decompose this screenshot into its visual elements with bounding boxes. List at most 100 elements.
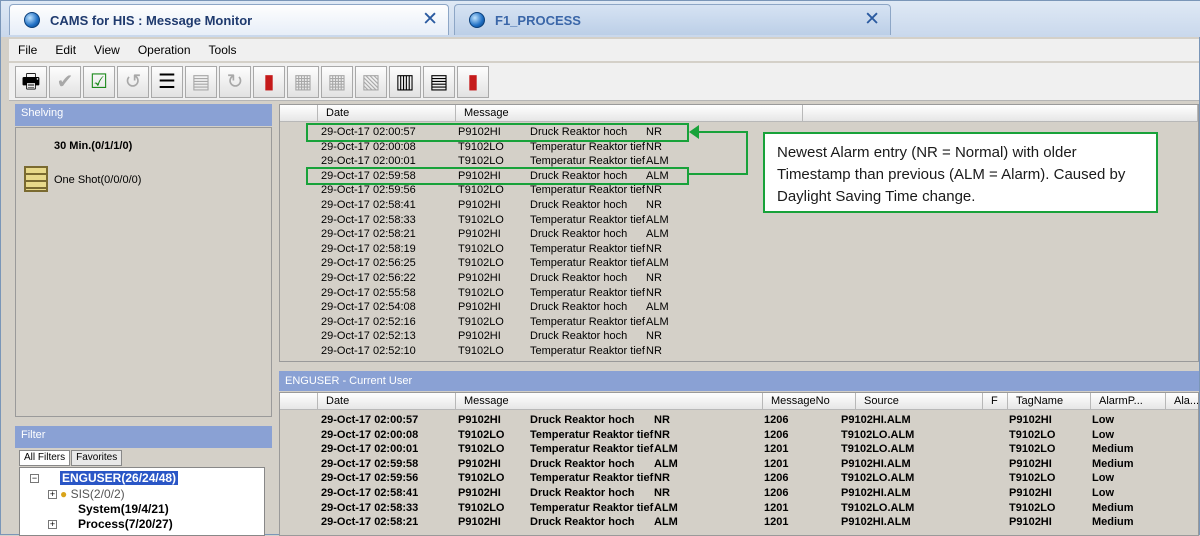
table-cell: Druck Reaktor hoch bbox=[530, 516, 635, 529]
table-cell: 29-Oct-17 02:59:56 bbox=[321, 472, 419, 485]
table-cell: P9102HI bbox=[1009, 414, 1052, 426]
table-cell: NR bbox=[646, 199, 662, 211]
table-cell: Temperatur Reaktor tief bbox=[530, 213, 645, 226]
table-cell: Druck Reaktor hoch bbox=[530, 487, 635, 499]
table-cell: 29-Oct-17 02:52:13 bbox=[321, 330, 416, 343]
table-cell: 29-Oct-17 02:59:58 bbox=[321, 457, 419, 470]
table-cell: 29-Oct-17 02:58:41 bbox=[321, 199, 416, 211]
table-cell: Druck Reaktor hoch bbox=[530, 272, 628, 284]
table-cell: P9102HI bbox=[458, 487, 501, 499]
table-cell: T9102LO.ALM bbox=[841, 443, 915, 456]
unshelve-button[interactable]: ▦ bbox=[321, 65, 353, 98]
alarm-icon: ▮ bbox=[263, 70, 275, 93]
table-cell: 1206 bbox=[764, 428, 789, 441]
column-header-message[interactable]: Message bbox=[456, 105, 803, 122]
menu-edit[interactable]: Edit bbox=[46, 43, 85, 57]
folder-icon: ● bbox=[60, 487, 68, 501]
tab-favorites[interactable]: Favorites bbox=[71, 450, 123, 466]
edit-list-icon: ▤ bbox=[191, 70, 211, 93]
table-cell: 29-Oct-17 02:56:22 bbox=[321, 272, 416, 284]
tree-node-sis[interactable]: ● SIS(2/0/2) bbox=[60, 487, 125, 501]
menu-operation[interactable]: Operation bbox=[129, 43, 200, 57]
table-cell: 29-Oct-17 02:00:08 bbox=[321, 140, 416, 153]
list-button[interactable]: ☰ bbox=[151, 65, 183, 98]
table-cell: Low bbox=[1092, 428, 1114, 441]
table-cell: 1201 bbox=[764, 457, 789, 470]
redo-button[interactable]: ↻ bbox=[219, 65, 251, 98]
tab-all-filters[interactable]: All Filters bbox=[19, 450, 71, 466]
table-cell: ALM bbox=[646, 155, 669, 168]
expand-icon[interactable]: + bbox=[48, 490, 57, 499]
column-header-alarm[interactable]: Ala... bbox=[1166, 393, 1198, 410]
shelving-item-one-shot[interactable]: One Shot(0/0/0/0) bbox=[54, 174, 141, 186]
shelving-header: Shelving bbox=[15, 104, 272, 126]
highlight-newest-entry bbox=[306, 123, 689, 142]
table-cell: Temperatur Reaktor tief bbox=[530, 184, 645, 197]
expand-icon[interactable]: + bbox=[48, 520, 57, 529]
shelve-button[interactable]: ▦ bbox=[287, 65, 319, 98]
table-cell: Druck Reaktor hoch bbox=[530, 301, 628, 314]
alarm-list-button[interactable]: ▮ bbox=[457, 65, 489, 98]
globe-icon bbox=[469, 12, 485, 28]
checkmark-icon: ✔ bbox=[56, 70, 74, 93]
tree-node-enguser[interactable]: ENGUSER(26/24/48) bbox=[60, 471, 179, 485]
table-cell: P9102HI bbox=[1009, 457, 1052, 470]
table-cell: ALM bbox=[646, 228, 669, 241]
acknowledge-button[interactable]: ✔ bbox=[49, 65, 81, 98]
table-cell: 1201 bbox=[764, 516, 789, 529]
table-cell: P9102HI.ALM bbox=[841, 487, 911, 499]
table-cell: 29-Oct-17 02:58:33 bbox=[321, 213, 416, 226]
suppress-button[interactable]: ▧ bbox=[355, 65, 387, 98]
edit-list-button[interactable]: ▤ bbox=[185, 65, 217, 98]
tab-message-monitor[interactable]: CAMS for HIS : Message Monitor ✕ bbox=[9, 4, 449, 35]
menu-bar: File Edit View Operation Tools bbox=[9, 39, 1199, 61]
close-icon[interactable]: ✕ bbox=[864, 10, 880, 30]
shelving-item-30min[interactable]: 30 Min.(0/1/1/0) bbox=[54, 140, 132, 152]
table-cell: Medium bbox=[1092, 516, 1134, 529]
tab-f1-process[interactable]: F1_PROCESS ✕ bbox=[454, 4, 891, 35]
table-cell: Medium bbox=[1092, 443, 1134, 456]
table-cell: 29-Oct-17 02:00:57 bbox=[321, 414, 419, 426]
table-cell: T9102LO bbox=[458, 345, 504, 357]
table-cell: Temperatur Reaktor tief bbox=[530, 345, 645, 357]
undo-button[interactable]: ↺ bbox=[117, 65, 149, 98]
column-header-date[interactable]: Date bbox=[318, 393, 456, 410]
menu-view[interactable]: View bbox=[85, 43, 129, 57]
connector-line bbox=[746, 131, 748, 175]
table-cell: NR bbox=[654, 414, 670, 426]
table-button[interactable]: ▥ bbox=[389, 65, 421, 98]
collapse-icon[interactable]: − bbox=[30, 474, 39, 483]
tree-node-process[interactable]: Process(7/20/27) bbox=[78, 517, 173, 531]
table-cell: Temperatur Reaktor tief bbox=[530, 242, 645, 255]
table-cell: Temperatur Reaktor tief bbox=[530, 257, 645, 270]
column-header-messageno[interactable]: MessageNo bbox=[763, 393, 856, 410]
column-header-tagname[interactable]: TagName bbox=[1008, 393, 1091, 410]
column-header-message[interactable]: Message bbox=[456, 393, 763, 410]
filter-list-button[interactable]: ▤ bbox=[423, 65, 455, 98]
alarm-list-icon: ▮ bbox=[467, 70, 479, 93]
table-cell: ALM bbox=[646, 213, 669, 226]
table-cell: 1206 bbox=[764, 472, 789, 485]
menu-file[interactable]: File bbox=[9, 43, 46, 57]
close-icon[interactable]: ✕ bbox=[422, 10, 438, 30]
alarm-button[interactable]: ▮ bbox=[253, 65, 285, 98]
table-cell: Druck Reaktor hoch bbox=[530, 228, 628, 241]
column-header-alarm-priority[interactable]: AlarmP... bbox=[1091, 393, 1166, 410]
table-cell: 1206 bbox=[764, 414, 789, 426]
table-cell: NR bbox=[654, 428, 670, 441]
print-button[interactable]: 🖶 bbox=[15, 65, 47, 98]
undo-icon: ↺ bbox=[124, 70, 142, 93]
table-cell: T9102LO bbox=[1009, 472, 1056, 485]
acknowledge-page-button[interactable]: ☑ bbox=[83, 65, 115, 98]
filter-tabs: All Filters Favorites bbox=[19, 450, 123, 466]
tree-node-system[interactable]: System(19/4/21) bbox=[78, 502, 169, 516]
unshelve-icon: ▦ bbox=[327, 70, 347, 93]
table-cell: NR bbox=[646, 272, 662, 284]
column-header-date[interactable]: Date bbox=[318, 105, 456, 122]
menu-tools[interactable]: Tools bbox=[200, 43, 246, 57]
table-cell: ALM bbox=[646, 315, 669, 328]
column-header-f[interactable]: F bbox=[983, 393, 1008, 410]
column-header-source[interactable]: Source bbox=[856, 393, 983, 410]
highlight-previous-entry bbox=[306, 167, 689, 185]
tab-bar: CAMS for HIS : Message Monitor ✕ F1_PROC… bbox=[1, 1, 1200, 37]
